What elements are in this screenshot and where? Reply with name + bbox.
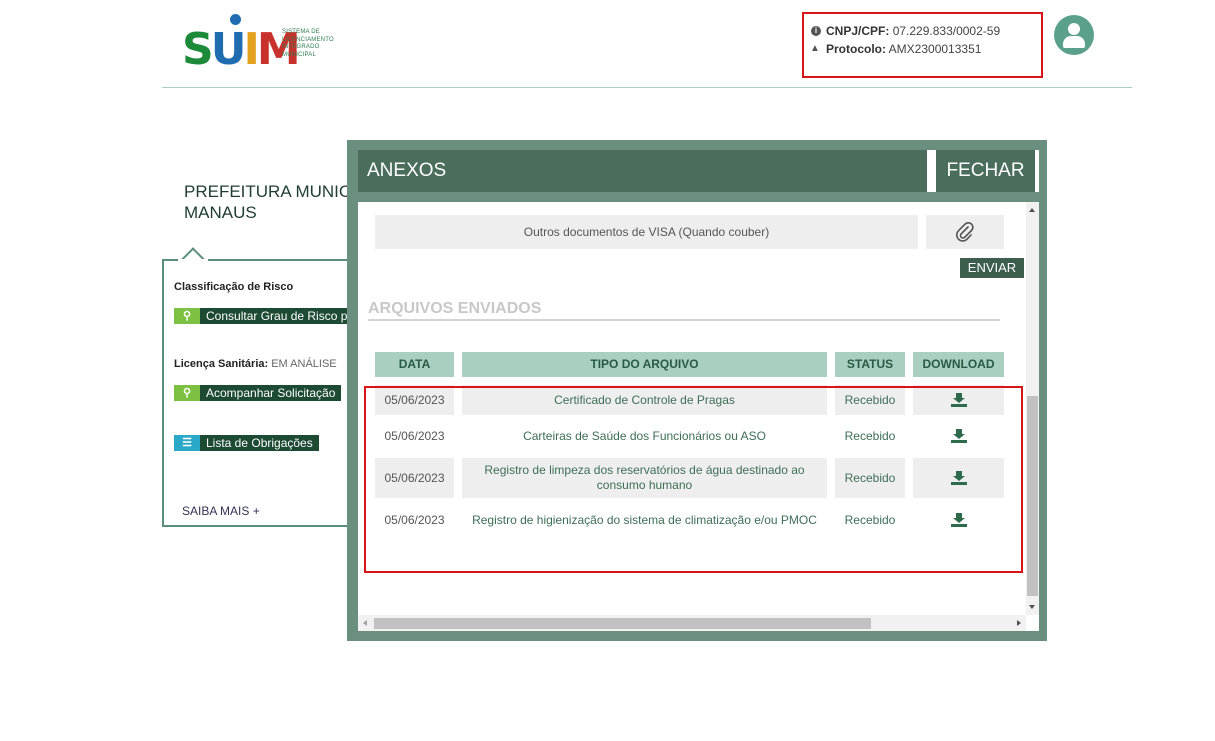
highlight-box: [364, 386, 1023, 573]
vertical-scrollbar[interactable]: [1026, 202, 1039, 615]
logo-subtitle: Sistema de Licenciamento Integrado Munic…: [282, 29, 334, 58]
column-header-file-type: TIPO DO ARQUIVO: [462, 352, 827, 377]
close-button[interactable]: FECHAR: [936, 150, 1035, 192]
warning-icon: ▲: [810, 43, 820, 54]
side-panel: Classificação de Risco ⚲ Consultar Grau …: [162, 247, 362, 527]
scrollbar-thumb[interactable]: [1027, 396, 1038, 596]
saiba-mais-link[interactable]: SAIBA MAIS +: [182, 504, 260, 518]
column-header-download: DOWNLOAD: [913, 352, 1004, 377]
protocol-label: Protocolo:: [826, 42, 886, 56]
section-divider: [368, 319, 1000, 321]
paperclip-icon: [956, 221, 974, 242]
scroll-left-icon[interactable]: [363, 620, 367, 626]
send-button[interactable]: ENVIAR: [960, 258, 1024, 278]
section-title: ARQUIVOS ENVIADOS: [368, 300, 542, 317]
attach-file-button[interactable]: [926, 215, 1004, 249]
license-label: Licença Sanitária: EM ANÁLISE: [174, 358, 337, 370]
cnpj-row: i CNPJ/CPF: 07.229.833/0002-59: [811, 22, 1041, 40]
horizontal-scrollbar[interactable]: [358, 615, 1026, 631]
upload-document-label: Outros documentos de VISA (Quando couber…: [375, 215, 918, 249]
header-divider: [162, 87, 1132, 88]
protocol-row: ▲ Protocolo: AMX2300013351: [810, 40, 1041, 58]
column-header-date: DATA: [375, 352, 454, 377]
follow-request-button[interactable]: ⚲ Acompanhar Solicitação: [174, 385, 342, 401]
license-status: EM ANÁLISE: [271, 358, 337, 370]
scrollbar-thumb[interactable]: [374, 618, 871, 629]
search-icon: ⚲: [174, 308, 200, 324]
logo-mark: SUIM: [182, 24, 301, 75]
page-title: PREFEITURA MUNIC MANAUS: [184, 182, 352, 222]
column-header-status: STATUS: [835, 352, 905, 377]
anexos-modal: ANEXOS FECHAR Outros documentos de VISA …: [347, 140, 1047, 641]
protocol-value: AMX2300013351: [888, 42, 982, 56]
search-icon: ⚲: [174, 385, 200, 401]
obligations-list-button[interactable]: ☰ Lista de Obrigações: [174, 435, 319, 451]
risk-classification-label: Classificação de Risco: [174, 281, 294, 293]
scroll-up-icon[interactable]: [1029, 208, 1035, 212]
modal-title: ANEXOS: [358, 150, 927, 192]
cnpj-label: CNPJ/CPF:: [826, 24, 890, 38]
scroll-down-icon[interactable]: [1029, 605, 1035, 609]
info-icon: i: [811, 26, 821, 36]
modal-content: Outros documentos de VISA (Quando couber…: [358, 202, 1026, 615]
cnpj-value: 07.229.833/0002-59: [892, 24, 1001, 38]
protocol-info-box: i CNPJ/CPF: 07.229.833/0002-59 ▲ Protoco…: [802, 12, 1043, 78]
consult-risk-button[interactable]: ⚲ Consultar Grau de Risco p: [174, 308, 354, 324]
scroll-right-icon[interactable]: [1017, 620, 1021, 626]
user-icon[interactable]: [1054, 15, 1094, 55]
sim-logo[interactable]: SUIM Sistema de Licenciamento Integrado …: [182, 14, 352, 75]
list-icon: ☰: [174, 435, 200, 451]
